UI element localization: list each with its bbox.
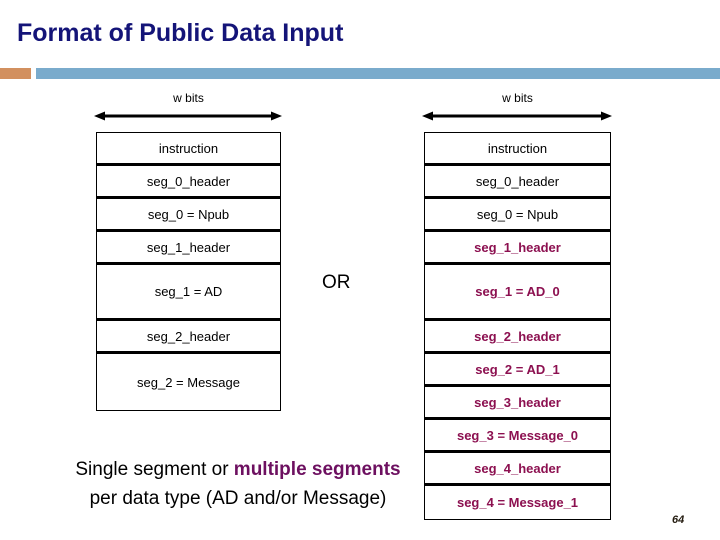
left-segment-row: seg_2 = Message: [97, 354, 280, 410]
right-segment-row: instruction: [425, 133, 610, 166]
right-segment-row-label: seg_4 = Message_1: [456, 495, 579, 510]
right-segment-row-label: seg_1_header: [474, 239, 561, 255]
left-width-arrow: [94, 110, 282, 122]
left-segment-row: seg_0_header: [97, 166, 280, 199]
left-segment-row-label: instruction: [158, 140, 219, 156]
caption-line1-highlight: multiple segments: [233, 459, 401, 480]
left-segment-row-label: seg_0 = Npub: [147, 206, 230, 222]
right-segment-row: seg_1_header: [425, 232, 610, 265]
right-segment-row: seg_0_header: [425, 166, 610, 199]
right-segment-row: seg_0 = Npub: [425, 199, 610, 232]
right-segment-row: seg_1 = AD_0: [425, 265, 610, 321]
page-title: Format of Public Data Input: [17, 19, 344, 47]
or-separator-label: OR: [322, 272, 351, 293]
right-segment-row-label: seg_0 = Npub: [476, 206, 559, 222]
caption-line2: per data type (AD and/or Message): [89, 488, 387, 509]
left-segment-row-label: seg_2 = Message: [137, 374, 240, 390]
right-segment-row-label: seg_0_header: [475, 173, 560, 189]
left-segment-row-label: seg_2_header: [146, 328, 231, 344]
left-width-label: w bits: [173, 91, 204, 105]
summary-caption: Single segment or multiple segments per …: [28, 455, 448, 513]
right-segment-row: seg_3 = Message_0: [425, 420, 610, 453]
right-segment-row-label: seg_4_header: [474, 460, 561, 476]
right-segment-row-label: seg_2 = AD_1: [475, 361, 560, 377]
right-segment-row: seg_4_header: [425, 453, 610, 486]
right-segment-row: seg_2_header: [425, 321, 610, 354]
left-data-format-table: instruction seg_0_header seg_0 = Npub seg_1…: [96, 132, 281, 411]
right-segment-row: seg_4 = Message_1: [425, 486, 610, 519]
left-segment-row-label: seg_1_header: [146, 239, 231, 255]
right-segment-row-label: seg_3 = Message_0: [456, 427, 579, 443]
right-data-format-table: instruction seg_0_header seg_0 = Npub seg_1…: [424, 132, 611, 520]
caption-line1-prefix: Single segment or: [75, 459, 234, 480]
left-segment-row: seg_2_header: [97, 321, 280, 354]
right-segment-row-label: seg_1 = AD_0: [475, 284, 560, 299]
divider-accent-block: [0, 68, 31, 79]
left-segment-row: seg_0 = Npub: [97, 199, 280, 232]
left-segment-row-label: seg_1 = AD: [154, 284, 223, 299]
right-segment-row-label: seg_3_header: [474, 394, 561, 410]
left-segment-row: seg_1_header: [97, 232, 280, 265]
right-segment-row-label: instruction: [487, 140, 548, 156]
right-segment-row-label: seg_2_header: [474, 328, 561, 344]
right-width-label: w bits: [502, 91, 533, 105]
right-segment-row: seg_3_header: [425, 387, 610, 420]
right-segment-row: seg_2 = AD_1: [425, 354, 610, 387]
right-width-arrow: [422, 110, 612, 122]
divider-bar: [36, 68, 720, 79]
left-segment-row: seg_1 = AD: [97, 265, 280, 321]
left-segment-row-label: seg_0_header: [146, 173, 231, 189]
left-segment-row: instruction: [97, 133, 280, 166]
header-divider: [0, 68, 720, 79]
page-number: 64: [672, 514, 685, 526]
